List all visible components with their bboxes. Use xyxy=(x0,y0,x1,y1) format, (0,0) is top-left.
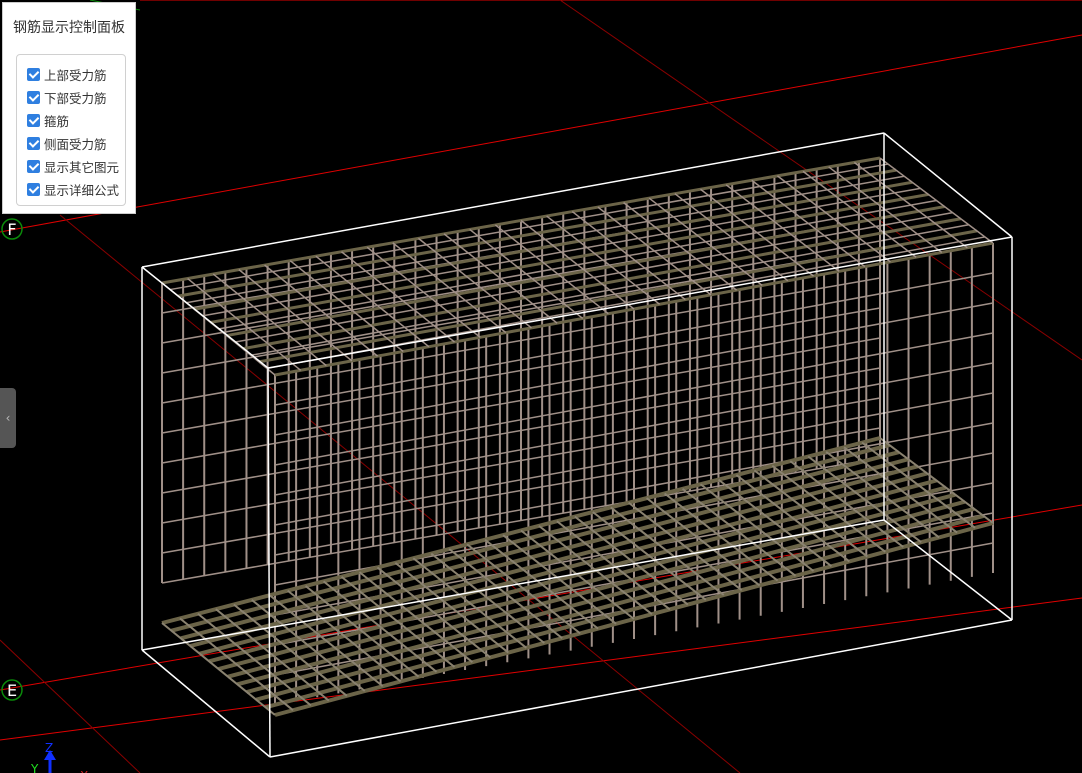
bounding-box-edge xyxy=(267,367,271,758)
triad-y-label: Y xyxy=(30,762,39,773)
option-label: 下部受力筋 xyxy=(44,91,107,106)
checkbox-detailed-formula[interactable]: 显示详细公式 xyxy=(17,178,125,201)
triad-z-label: Z xyxy=(45,741,53,755)
option-label: 侧面受力筋 xyxy=(44,137,107,152)
grid-line xyxy=(559,0,1082,361)
triad-x-label: X xyxy=(80,769,88,773)
checkbox-icon[interactable] xyxy=(27,160,40,173)
checkbox-icon[interactable] xyxy=(27,114,40,127)
chevron-left-icon: ‹ xyxy=(5,411,11,425)
option-label: 箍筋 xyxy=(44,114,70,129)
option-group: 上部受力筋 下部受力筋 箍筋 侧面受力筋 显示其它图元 显示详细公式 xyxy=(16,54,126,206)
checkbox-stirrup[interactable]: 箍筋 xyxy=(17,109,125,132)
checkbox-bottom-rebar[interactable]: 下部受力筋 xyxy=(17,86,125,109)
collapse-panel-tab[interactable]: ‹ xyxy=(0,388,16,448)
rebar-display-control-panel: 钢筋显示控制面板 上部受力筋 下部受力筋 箍筋 侧面受力筋 显示其它图元 显示详… xyxy=(2,2,136,214)
checkbox-icon[interactable] xyxy=(27,68,40,81)
option-label: 显示其它图元 xyxy=(44,160,120,175)
bounding-box-edge xyxy=(141,649,271,758)
checkbox-icon[interactable] xyxy=(27,137,40,150)
panel-title: 钢筋显示控制面板 xyxy=(13,20,125,36)
grid-line xyxy=(0,34,1082,233)
grid-line xyxy=(0,597,1082,741)
checkbox-other-elements[interactable]: 显示其它图元 xyxy=(17,155,125,178)
axis-label-e: E xyxy=(7,681,17,700)
3d-viewport[interactable]: F E ZY X xyxy=(0,0,1082,773)
checkbox-icon[interactable] xyxy=(27,91,40,104)
checkbox-top-rebar[interactable]: 上部受力筋 xyxy=(17,63,125,86)
option-label: 上部受力筋 xyxy=(44,68,107,83)
checkbox-side-rebar[interactable]: 侧面受力筋 xyxy=(17,132,125,155)
checkbox-icon[interactable] xyxy=(27,183,40,196)
grid-line xyxy=(0,639,141,773)
option-label: 显示详细公式 xyxy=(44,183,120,198)
axis-label-f: F xyxy=(7,220,16,239)
